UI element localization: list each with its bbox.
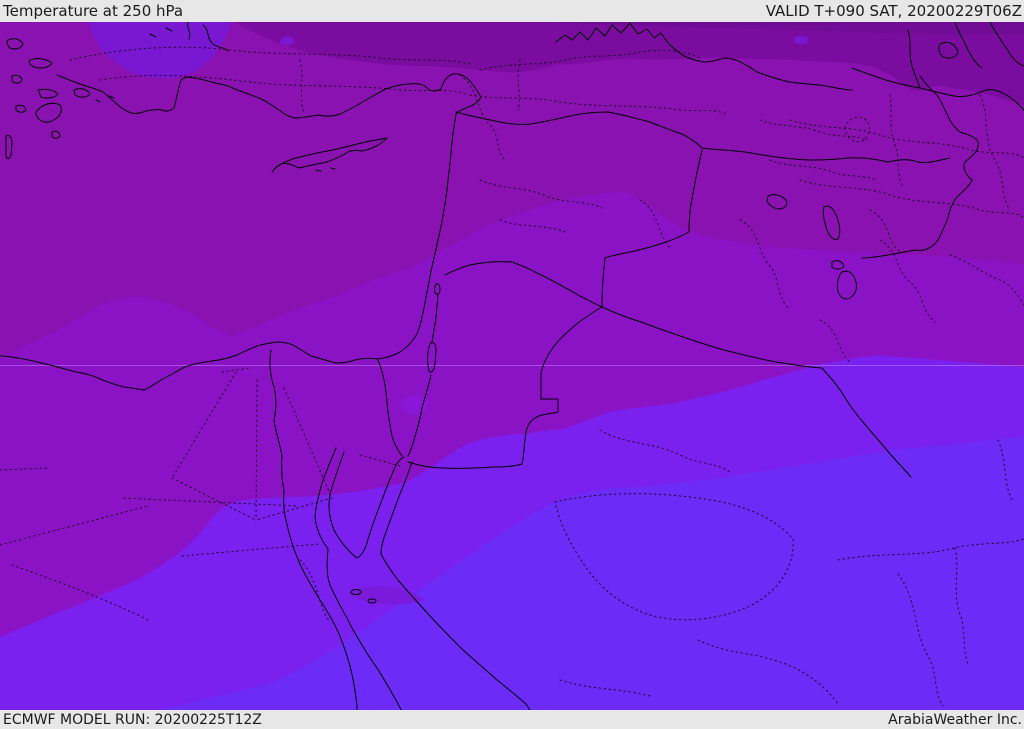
valid-time-label: VALID T+090 SAT, 20200229T06Z <box>765 1 1022 20</box>
map-title: Temperature at 250 hPa <box>3 1 184 20</box>
title-bar: Temperature at 250 hPa VALID T+090 SAT, … <box>0 0 1024 22</box>
credit-label: ArabiaWeather Inc. <box>888 711 1022 728</box>
weather-map <box>0 22 1024 710</box>
status-bar: ECMWF MODEL RUN: 20200225T12Z ArabiaWeat… <box>0 710 1024 729</box>
temperature-band <box>794 36 808 44</box>
model-run-label: ECMWF MODEL RUN: 20200225T12Z <box>3 711 262 728</box>
temperature-band <box>280 36 294 46</box>
